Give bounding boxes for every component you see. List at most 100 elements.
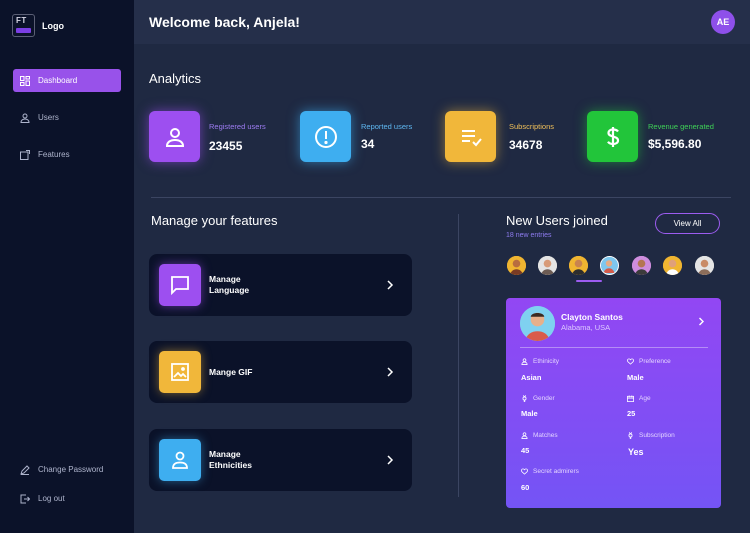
divider [458,214,459,497]
feature-card-ethnicities[interactable]: Manage Ethnicities [149,429,412,491]
user-avatar-thumb[interactable] [507,256,526,275]
alert-icon [314,125,337,148]
view-all-button[interactable]: View All [655,213,720,234]
stat-label: Registered users [209,122,266,131]
logo-text: Logo [42,20,64,31]
feature-label: Manage Language [209,274,250,295]
image-icon [171,363,189,381]
revenue-tile [587,111,638,162]
feature-card-gif[interactable]: Mange GIF [149,341,412,403]
chevron-right-icon [387,455,394,465]
stat-value: $5,596.80 [648,137,702,151]
chat-icon [171,276,189,296]
avatar-face [663,256,682,275]
chevron-right-icon [387,280,394,290]
user-avatar-thumb[interactable] [632,256,651,275]
gender-icon [628,432,633,439]
feature-label: Manage Ethnicities [209,449,252,470]
logo-mark-text: FT [16,16,27,25]
grid-icon [20,75,30,86]
divider [151,197,731,198]
sidebar-item-dashboard[interactable]: Dashboard [13,69,121,92]
new-users-title: New Users joined [506,213,608,228]
avatar-face [520,306,555,341]
person-icon [172,451,188,469]
attr-value: Male [627,373,644,382]
welcome-title: Welcome back, Anjela! [149,14,300,30]
person-icon [521,358,528,365]
user-avatar[interactable]: AE [711,10,735,34]
profile-location: Alabama, USA [561,323,611,332]
attr-value: Male [521,409,538,418]
logout-icon [20,494,30,503]
stat-label: Revenue generated [648,122,714,131]
sidebar-item-features[interactable]: Features [13,143,121,166]
attr-label: Subscription [627,432,675,439]
dollar-icon [606,126,619,147]
sidebar-item-users[interactable]: Users [13,106,121,129]
user-profile-card[interactable]: Clayton Santos Alabama, USA Ethinicity A… [506,298,721,508]
sidebar-item-label: Features [38,150,70,159]
sidebar-item-label: Dashboard [38,76,78,85]
sidebar-item-label: Users [38,113,59,122]
avatar-face [507,256,526,275]
pencil-icon [20,464,30,475]
user-icon [165,127,184,147]
divider [520,347,708,348]
feature-icon-tile [159,264,201,306]
stat-label: Reported users [361,122,413,131]
people-icon [521,432,528,439]
user-avatar-thumb[interactable] [663,256,682,275]
sidebar-item-label: Log out [38,494,65,503]
profile-name: Clayton Santos [561,312,623,322]
header: Welcome back, Anjela! AE [134,0,750,44]
heart-icon [627,358,634,365]
subscriptions-tile [445,111,496,162]
user-avatar-thumb-selected[interactable] [600,256,619,275]
selected-indicator [576,280,602,282]
sidebar: FT Logo Dashboard Users Features Change … [0,0,134,533]
reported-users-tile [300,111,351,162]
stat-value: 23455 [209,139,243,153]
avatar-face [538,256,557,275]
logo[interactable]: FT Logo [12,14,64,37]
attr-label: Matches [521,432,558,439]
analytics-title: Analytics [149,71,202,86]
sidebar-item-change-password[interactable]: Change Password [13,458,121,481]
stat-value: 34 [361,137,375,151]
attr-value: Asian [521,373,542,382]
chevron-right-icon [387,367,394,377]
user-icon [20,113,30,123]
attr-label: Preference [627,358,671,365]
attr-label: Gender [521,395,555,402]
attr-value: Yes [628,447,644,457]
attr-value: 45 [521,446,530,455]
heart-icon [521,468,528,475]
attr-label: Ethinicity [521,358,559,365]
profile-avatar [520,306,555,341]
chevron-right-icon[interactable] [698,317,705,326]
gender-icon [522,395,527,402]
avatar-face [569,256,588,275]
logo-mark: FT [12,14,35,37]
features-icon [20,149,30,160]
feature-icon-tile [159,439,201,481]
stat-label: Subscriptions [509,122,555,131]
user-avatar-thumb[interactable] [569,256,588,275]
feature-card-language[interactable]: Manage Language [149,254,412,316]
stat-value: 34678 [509,138,543,152]
avatar-face [632,256,651,275]
features-title: Manage your features [151,213,278,228]
attr-label: Secret admirers [521,468,579,475]
attr-label: Age [627,395,651,402]
calendar-icon [627,395,634,402]
attr-value: 25 [627,409,636,418]
avatar-face [695,256,714,275]
user-avatar-thumb[interactable] [538,256,557,275]
registered-users-tile [149,111,200,162]
list-check-icon [461,129,482,146]
sidebar-item-logout[interactable]: Log out [13,487,121,510]
feature-label: Mange GIF [209,367,253,377]
attr-value: 60 [521,483,530,492]
user-avatar-thumb[interactable] [695,256,714,275]
